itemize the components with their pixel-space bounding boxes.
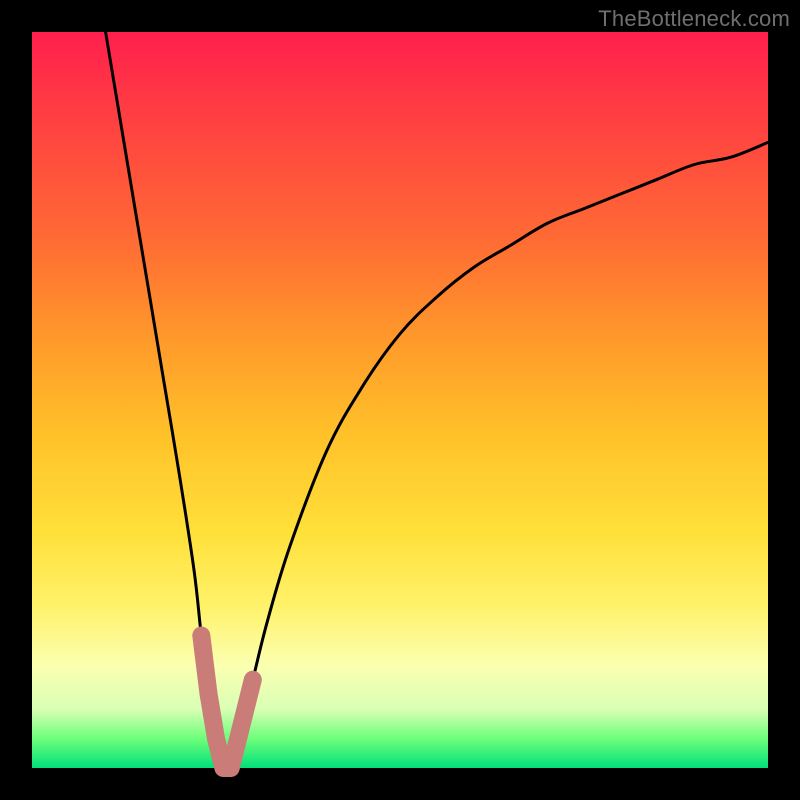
bottom-highlight-marker [201,636,253,769]
curve-layer [32,32,768,768]
plot-area [32,32,768,768]
watermark-text: TheBottleneck.com [598,6,790,32]
chart-frame: TheBottleneck.com [0,0,800,800]
